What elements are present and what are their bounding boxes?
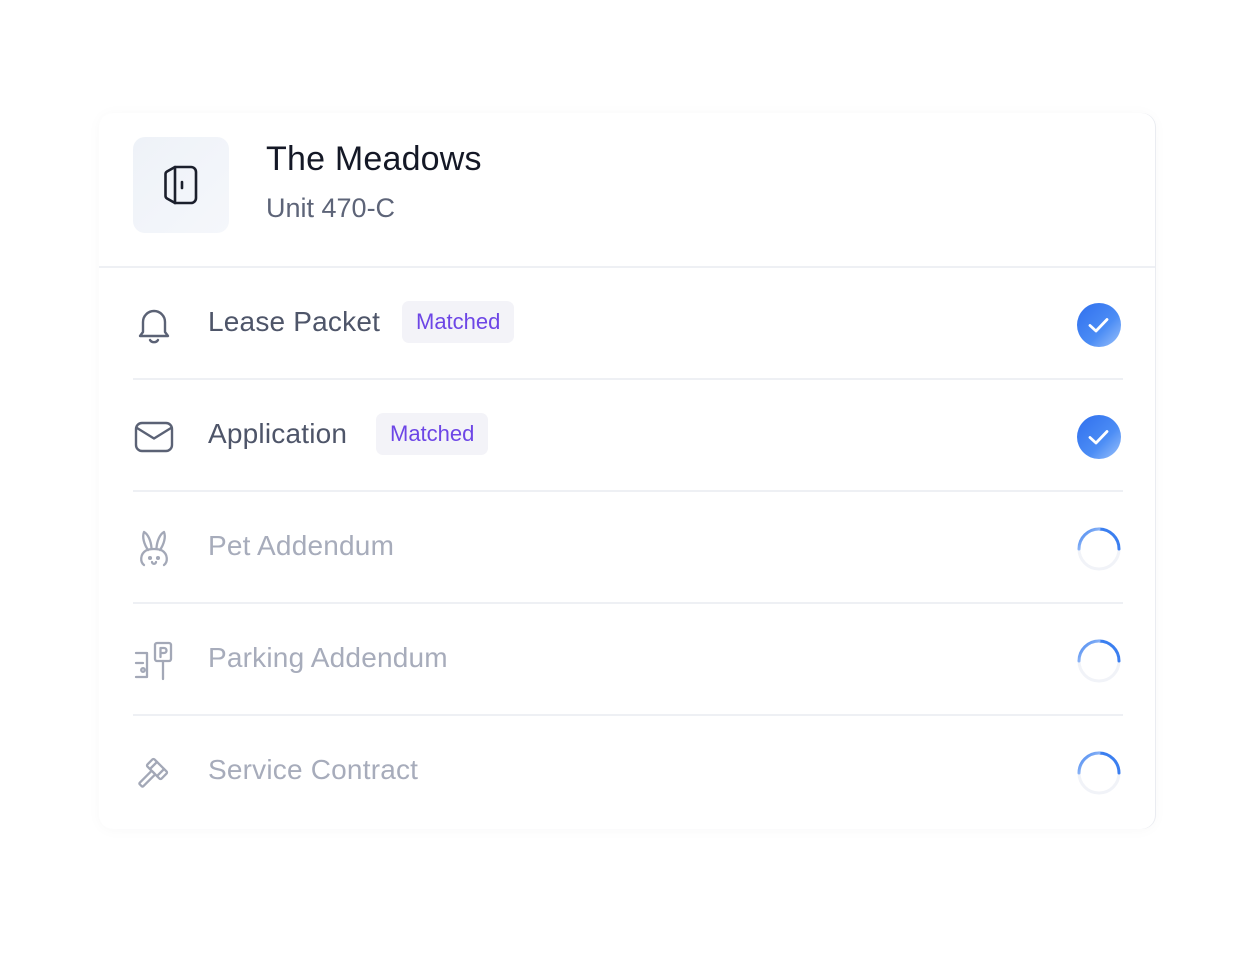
gavel-icon: [138, 757, 169, 788]
document-row-application[interactable]: Application Matched: [133, 380, 1123, 492]
property-name: The Meadows: [266, 140, 482, 178]
bell-icon: [138, 309, 170, 344]
document-row-pet-addendum[interactable]: Pet Addendum: [133, 492, 1123, 604]
loading-spinner-icon: [1077, 639, 1121, 683]
matched-badge: Matched: [376, 413, 489, 455]
rabbit-icon: [140, 530, 168, 567]
document-label: Application: [208, 418, 348, 449]
door-icon: [164, 165, 198, 205]
document-label: Parking Addendum: [208, 642, 448, 673]
matched-badge: Matched: [402, 301, 515, 343]
property-icon-tile: [133, 137, 229, 233]
document-row-lease-packet[interactable]: Lease Packet Matched: [133, 268, 1123, 380]
document-row-parking-addendum[interactable]: Parking Addendum: [133, 604, 1123, 716]
document-label: Lease Packet: [208, 306, 381, 337]
document-label: Pet Addendum: [208, 530, 395, 561]
check-circle-icon: [1077, 415, 1121, 459]
document-row-service-contract[interactable]: Service Contract: [133, 716, 1123, 828]
property-header: The Meadows Unit 470-C: [99, 113, 1155, 268]
loading-spinner-icon: [1077, 527, 1121, 571]
parking-icon: [134, 641, 173, 681]
property-document-card: The Meadows Unit 470-C Lease Packet Matc…: [99, 113, 1155, 829]
check-circle-icon: [1077, 303, 1121, 347]
loading-spinner-icon: [1077, 751, 1121, 795]
document-label: Service Contract: [208, 754, 419, 785]
unit-number: Unit 470-C: [266, 193, 396, 223]
envelope-icon: [134, 421, 174, 453]
